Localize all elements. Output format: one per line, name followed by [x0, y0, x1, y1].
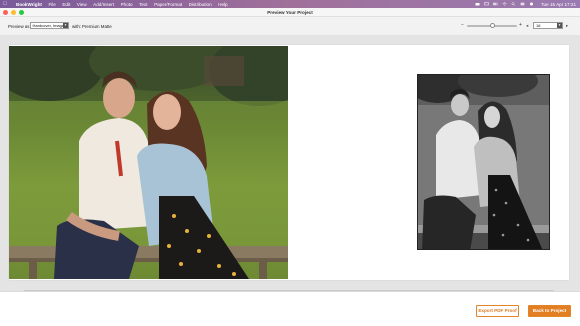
zoom-in-button[interactable]: + — [519, 22, 522, 28]
page-number-value: 16 — [536, 23, 541, 28]
preview-canvas — [0, 35, 580, 292]
clock[interactable]: Tue 15 Apr 17:21 — [541, 2, 576, 7]
menu-app-name[interactable]: BookWright — [16, 2, 42, 7]
page-number-field[interactable]: 16 ▾ — [533, 22, 563, 29]
apple-icon[interactable]:  — [0, 1, 10, 7]
next-page-icon[interactable]: ▸ — [566, 23, 568, 29]
siri-icon[interactable] — [529, 2, 534, 6]
window-titlebar: Preview Your Project — [0, 8, 580, 17]
zoom-out-button[interactable]: − — [461, 22, 464, 28]
menu-text[interactable]: Text — [139, 2, 147, 7]
couple-bw-photo — [418, 75, 549, 249]
bottom-action-bar: Export PDF Proof Back to Project — [0, 291, 580, 326]
menu-file[interactable]: File — [48, 2, 55, 7]
preview-toolbar: Preview as Hardcover, ImageW ▾ with: Pre… — [0, 17, 580, 35]
menu-paper-format[interactable]: Paper/Format — [154, 2, 182, 7]
menu-view[interactable]: View — [77, 2, 87, 7]
previous-page-icon[interactable]: ◂ — [526, 23, 528, 29]
system-menubar:  BookWright File Edit View Add/Insert P… — [0, 0, 580, 8]
with-label: with: — [72, 23, 82, 29]
paper-type-value: Premium Matte — [82, 23, 112, 29]
export-pdf-proof-button[interactable]: Export PDF Proof — [476, 305, 519, 317]
battery-icon[interactable] — [492, 2, 498, 6]
camera-icon[interactable] — [475, 2, 480, 6]
display-icon[interactable] — [484, 2, 489, 6]
control-center-icon[interactable] — [520, 2, 525, 6]
status-icons: Tue 15 Apr 17:21 — [475, 0, 576, 8]
back-to-project-button[interactable]: Back to Project — [528, 305, 571, 317]
chevron-down-icon: ▾ — [63, 23, 68, 28]
menu-edit[interactable]: Edit — [62, 2, 70, 7]
wifi-icon[interactable] — [502, 2, 507, 6]
search-icon[interactable] — [511, 2, 516, 6]
menu-distribution[interactable]: Distribution — [189, 2, 212, 7]
right-page-photo — [417, 74, 550, 250]
menu-add-insert[interactable]: Add/Insert — [93, 2, 114, 7]
book-spread — [9, 45, 569, 280]
chevron-down-icon: ▾ — [557, 23, 562, 28]
couple-color-photo — [9, 46, 288, 279]
left-page-photo — [9, 46, 288, 279]
menu-help[interactable]: Help — [218, 2, 227, 7]
preview-as-select[interactable]: Hardcover, ImageW ▾ — [30, 22, 69, 29]
preview-as-label: Preview as — [8, 23, 30, 29]
menu-photo[interactable]: Photo — [121, 2, 133, 7]
zoom-slider-thumb[interactable] — [489, 22, 495, 28]
window-title: Preview Your Project — [267, 9, 313, 15]
